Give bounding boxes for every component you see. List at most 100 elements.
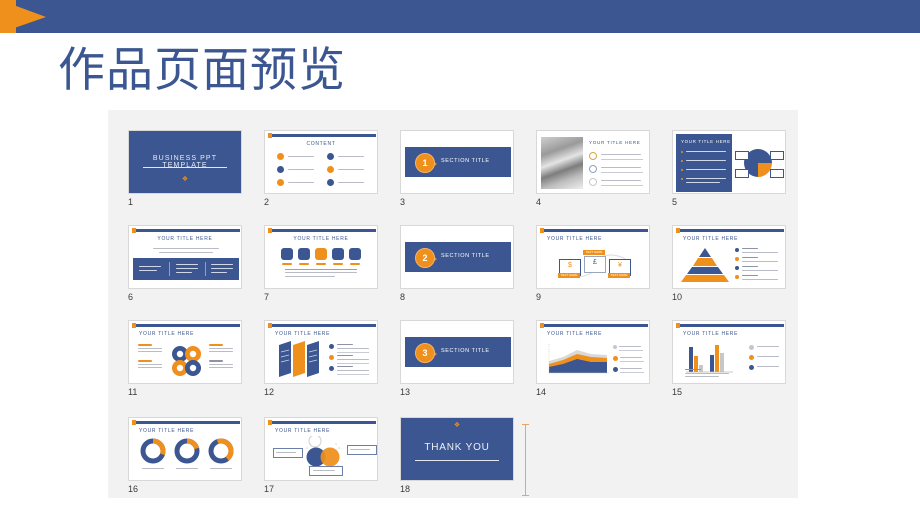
slide-preview[interactable]: 2 SECTION TITLE bbox=[400, 225, 514, 289]
slide-preview[interactable]: YOUR TITLE HERE bbox=[672, 320, 786, 384]
currency-symbol: £ bbox=[593, 259, 597, 266]
ornament-icon: ❖ bbox=[181, 176, 189, 183]
slide-title: SECTION TITLE bbox=[441, 348, 490, 354]
rule bbox=[337, 363, 369, 364]
slide-thumb-6[interactable]: YOUR TITLE HERE 6 bbox=[128, 225, 244, 302]
bullet bbox=[329, 344, 334, 349]
col-text bbox=[211, 268, 233, 270]
slide-preview[interactable]: CONTENT bbox=[264, 130, 378, 194]
slide-preview[interactable]: YOUR TITLE HERE bbox=[672, 130, 786, 194]
quad-label bbox=[735, 169, 749, 178]
slide-preview[interactable]: YOUR TITLE HERE bbox=[128, 225, 242, 289]
col-divider bbox=[169, 262, 170, 276]
list-icon bbox=[589, 178, 597, 186]
slide-preview[interactable]: YOUR TITLE HERE bbox=[264, 417, 378, 481]
slide-thumb-10[interactable]: YOUR TITLE HERE 10 bbox=[672, 225, 788, 302]
label-text bbox=[209, 351, 233, 353]
col-divider bbox=[205, 262, 206, 276]
slide-thumb-11[interactable]: YOUR TITLE HERE 11 bbox=[128, 320, 244, 397]
col-text bbox=[176, 268, 198, 270]
panel-diagram bbox=[279, 341, 319, 377]
slide-thumb-5[interactable]: YOUR TITLE HERE 5 bbox=[672, 130, 788, 207]
icon-caption bbox=[350, 263, 360, 265]
label-text bbox=[138, 364, 162, 366]
slide-preview[interactable]: YOUR TITLE HERE bbox=[536, 320, 650, 384]
header-accent bbox=[268, 421, 376, 424]
slide-thumb-17[interactable]: YOUR TITLE HERE 17 bbox=[264, 417, 380, 494]
header-tick bbox=[540, 323, 544, 328]
icon-caption bbox=[282, 263, 292, 265]
bullet-title bbox=[742, 248, 758, 250]
currency-symbol: $ bbox=[568, 262, 572, 269]
bullet bbox=[735, 275, 739, 279]
header-tick bbox=[132, 420, 136, 425]
slide-number: 8 bbox=[400, 292, 406, 302]
slide-thumb-2[interactable]: CONTENT 2 bbox=[264, 130, 380, 207]
slide-title: CONTENT bbox=[306, 141, 336, 147]
slide-thumb-4[interactable]: YOUR TITLE HERE 4 bbox=[536, 130, 652, 207]
label-title bbox=[138, 360, 152, 362]
callout-text bbox=[276, 452, 296, 454]
donut-caption bbox=[176, 468, 198, 470]
slide-number: 17 bbox=[264, 484, 275, 494]
slide-thumb-14[interactable]: YOUR TITLE HERE 14 bbox=[536, 320, 652, 397]
divider bbox=[415, 460, 499, 461]
slide-title: YOUR TITLE HERE bbox=[275, 428, 331, 434]
col-text bbox=[211, 264, 233, 266]
slide-preview[interactable]: 3 SECTION TITLE bbox=[400, 320, 514, 384]
slide-preview[interactable]: YOUR TITLE HERE bbox=[128, 320, 242, 384]
slide-preview[interactable]: 1 SECTION TITLE bbox=[400, 130, 514, 194]
area-chart bbox=[548, 344, 609, 374]
slide-thumb-15[interactable]: YOUR TITLE HERE 15 bbox=[672, 320, 788, 397]
slide-preview[interactable]: YOUR TITLE HERE bbox=[264, 320, 378, 384]
caption-title bbox=[685, 369, 701, 371]
slide-number: 2 bbox=[264, 197, 270, 207]
slide-preview[interactable]: ❖ THANK YOU bbox=[400, 417, 514, 481]
caption-text bbox=[685, 376, 719, 378]
slide-thumb-12[interactable]: YOUR TITLE HERE 12 bbox=[264, 320, 380, 397]
rule bbox=[620, 361, 644, 362]
slide-preview[interactable]: YOUR TITLE HERE $ £ ¥ TEXT HERE TEXT HER… bbox=[536, 225, 650, 289]
slide-thumb-13[interactable]: 3 SECTION TITLE 13 bbox=[400, 320, 516, 397]
slide-thumb-8[interactable]: 2 SECTION TITLE 8 bbox=[400, 225, 516, 302]
slide-title: YOUR TITLE HERE bbox=[683, 236, 739, 242]
item-text bbox=[288, 156, 314, 158]
slide-grid: BUSINESS PPT TEMPLATE ❖ 1 CONTENT 2 1 SE… bbox=[128, 130, 798, 505]
slide-preview[interactable]: BUSINESS PPT TEMPLATE ❖ bbox=[128, 130, 242, 194]
slide-title: YOUR TITLE HERE bbox=[589, 140, 641, 145]
bullet-text bbox=[742, 261, 778, 263]
section-badge: 1 bbox=[415, 153, 435, 173]
legend-marker bbox=[613, 356, 618, 361]
icon-caption bbox=[333, 263, 343, 265]
slide-thumb-3[interactable]: 1 SECTION TITLE 3 bbox=[400, 130, 516, 207]
header-tick bbox=[132, 323, 136, 328]
col-text bbox=[139, 270, 157, 272]
slide-preview[interactable]: YOUR TITLE HERE bbox=[128, 417, 242, 481]
slide-title: YOUR TITLE HERE bbox=[547, 331, 603, 337]
slide-number: 5 bbox=[672, 197, 678, 207]
label-title bbox=[209, 360, 223, 362]
header-bar bbox=[0, 0, 920, 33]
icon-caption bbox=[316, 263, 326, 265]
label-title bbox=[138, 344, 152, 346]
slide-thumb-9[interactable]: YOUR TITLE HERE $ £ ¥ TEXT HERE TEXT HER… bbox=[536, 225, 652, 302]
legend-text bbox=[619, 346, 641, 348]
slide-title: YOUR TITLE HERE bbox=[683, 331, 739, 337]
slide-thumb-18[interactable]: ❖ THANK YOU 18 bbox=[400, 417, 516, 494]
slide-preview[interactable]: YOUR TITLE HERE bbox=[264, 225, 378, 289]
legend-marker bbox=[749, 365, 754, 370]
bar-chart bbox=[686, 345, 733, 373]
bullet-title bbox=[742, 266, 758, 268]
bullet-text bbox=[337, 348, 369, 350]
slide-preview[interactable]: YOUR TITLE HERE bbox=[672, 225, 786, 289]
slide-preview[interactable]: YOUR TITLE HERE bbox=[536, 130, 650, 194]
slide-thumb-16[interactable]: YOUR TITLE HERE 16 bbox=[128, 417, 244, 494]
divider bbox=[143, 167, 227, 168]
slide-thumb-7[interactable]: YOUR TITLE HERE 7 bbox=[264, 225, 380, 302]
slide-title: SECTION TITLE bbox=[441, 253, 490, 259]
item-bullet bbox=[327, 166, 334, 173]
header-accent bbox=[268, 324, 376, 327]
bullet-title bbox=[337, 355, 353, 357]
legend-text bbox=[620, 368, 642, 370]
slide-thumb-1[interactable]: BUSINESS PPT TEMPLATE ❖ 1 bbox=[128, 130, 244, 207]
